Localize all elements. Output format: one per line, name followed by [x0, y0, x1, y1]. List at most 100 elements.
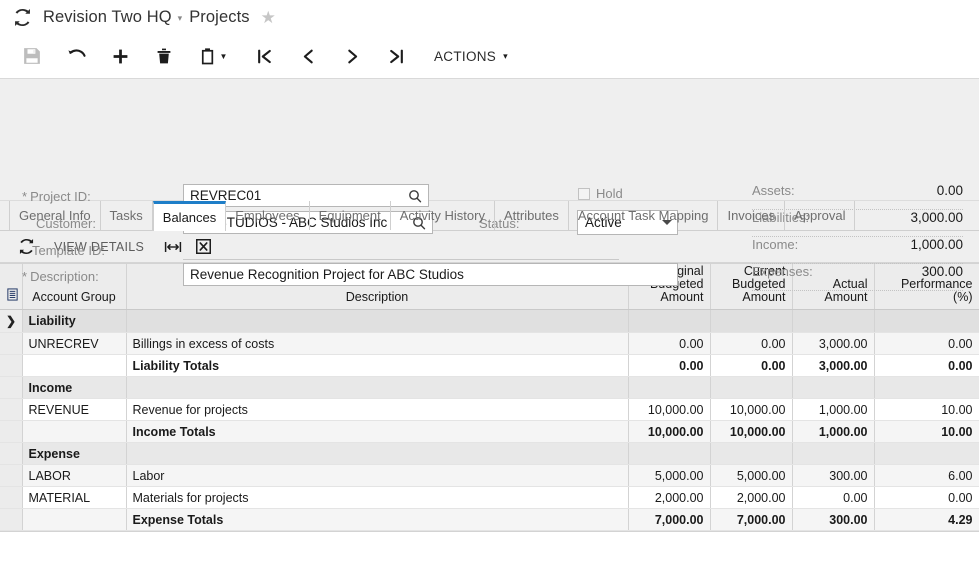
expenses-value: 300.00	[921, 264, 963, 279]
cell-current-budgeted-amount	[710, 376, 793, 399]
table-row[interactable]: MATERIAL Materials for projects 2,000.00 2,…	[0, 486, 979, 509]
row-selector-cell[interactable]: ❯	[0, 309, 23, 333]
cell-account-group: Income	[22, 376, 127, 399]
table-row[interactable]: Income	[0, 376, 979, 399]
cell-current-budgeted-amount: 0.00	[710, 354, 793, 377]
cell-original-budgeted-amount	[628, 442, 711, 465]
tab-label: Invoices	[727, 208, 776, 223]
delete-button[interactable]	[142, 37, 186, 75]
actions-label: ACTIONS	[434, 48, 497, 64]
cell-original-budgeted-amount: 0.00	[628, 332, 711, 355]
tab-label: Activity History	[399, 208, 485, 223]
row-selector-cell[interactable]	[0, 398, 23, 421]
projects-screen: Revision Two HQ ▾ Projects ★ ▼ ACTIONS ▾…	[0, 0, 979, 564]
fit-width-icon[interactable]	[157, 234, 189, 260]
balances-grid: Account Group Description OriginalBudget…	[0, 263, 979, 543]
tab-label: Account Task Mapping	[577, 208, 709, 223]
column-config-icon[interactable]	[0, 263, 23, 310]
cell-description	[126, 376, 629, 399]
cell-performance-pct	[874, 442, 979, 465]
row-selector-cell[interactable]	[0, 354, 23, 377]
table-row[interactable]: UNRECREV Billings in excess of costs 0.00 0…	[0, 332, 979, 355]
export-excel-icon[interactable]	[189, 234, 218, 260]
cell-original-budgeted-amount: 0.00	[628, 354, 711, 377]
save-button[interactable]	[10, 37, 54, 75]
row-selector-cell[interactable]	[0, 464, 23, 487]
tab-label: Equipment	[318, 208, 381, 223]
tab-account-task-mapping[interactable]: Account Task Mapping	[569, 201, 719, 230]
assets-label: Assets:	[752, 183, 795, 198]
row-selector-cell[interactable]	[0, 332, 23, 355]
cell-description	[126, 442, 629, 465]
chevron-right-icon: ❯	[6, 314, 17, 328]
tab-invoices[interactable]: Invoices	[718, 201, 786, 230]
cell-original-budgeted-amount: 10,000.00	[628, 398, 711, 421]
expenses-label: Expenses:	[752, 264, 813, 279]
chevron-down-icon: ▾	[503, 50, 508, 61]
cell-performance-pct: 0.00	[874, 354, 979, 377]
row-selector-cell[interactable]	[0, 420, 23, 443]
tab-balances[interactable]: Balances	[152, 201, 227, 231]
table-row[interactable]: ❯ Liability	[0, 309, 979, 333]
summary-row-expenses: Expenses: 300.00	[752, 264, 963, 291]
last-record-button[interactable]	[374, 37, 418, 75]
table-row[interactable]: Income Totals 10,000.00 10,000.00 1,000.00 1…	[0, 420, 979, 443]
cell-actual-amount: 300.00	[792, 508, 875, 531]
cell-account-group	[22, 354, 127, 377]
row-selector-cell[interactable]	[0, 508, 23, 531]
cell-performance-pct	[874, 376, 979, 399]
tab-attributes[interactable]: Attributes	[495, 201, 569, 230]
cell-actual-amount: 1,000.00	[792, 398, 875, 421]
cell-account-group	[22, 420, 127, 443]
table-row[interactable]: Expense	[0, 442, 979, 465]
row-selector-cell[interactable]	[0, 442, 23, 465]
cell-original-budgeted-amount: 2,000.00	[628, 486, 711, 509]
undo-button[interactable]	[54, 37, 98, 75]
template-id-input[interactable]	[183, 259, 619, 260]
template-id-label: Template ID:	[32, 243, 105, 258]
breadcrumb-company[interactable]: Revision Two HQ	[43, 8, 172, 27]
first-record-button[interactable]	[242, 37, 286, 75]
table-row[interactable]: REVENUE Revenue for projects 10,000.00 10,0…	[0, 398, 979, 421]
chevron-down-icon[interactable]: ▼	[220, 52, 228, 61]
table-row[interactable]: Liability Totals 0.00 0.00 3,000.00 0.00	[0, 354, 979, 377]
title-bar: Revision Two HQ ▾ Projects ★	[0, 0, 979, 34]
tab-activity-history[interactable]: Activity History	[391, 201, 495, 230]
chevron-down-icon[interactable]: ▾	[178, 13, 183, 24]
refresh-icon[interactable]	[14, 8, 31, 26]
next-record-button[interactable]	[330, 37, 374, 75]
add-button[interactable]	[98, 37, 142, 75]
table-row[interactable]: Expense Totals 7,000.00 7,000.00 300.00 4.29	[0, 508, 979, 531]
project-summary-form: * Project ID: REVREC01 Customer: ABCSTUDI…	[0, 79, 979, 291]
clipboard-button[interactable]: ▼	[186, 37, 242, 75]
cell-actual-amount	[792, 376, 875, 399]
tab-general-info[interactable]: General Info	[9, 201, 101, 230]
tab-equipment[interactable]: Equipment	[310, 201, 391, 230]
description-input[interactable]: Revenue Recognition Project for ABC Stud…	[183, 263, 678, 286]
tab-label: Approval	[794, 208, 846, 223]
breadcrumb-page: Projects	[189, 7, 250, 26]
cell-account-group: Liability	[22, 309, 127, 333]
cell-original-budgeted-amount	[628, 309, 711, 333]
tab-label: Balances	[162, 210, 217, 225]
row-selector-cell[interactable]	[0, 376, 23, 399]
previous-record-button[interactable]	[286, 37, 330, 75]
cell-original-budgeted-amount	[628, 376, 711, 399]
row-selector-cell[interactable]	[0, 486, 23, 509]
cell-account-group: Expense	[22, 442, 127, 465]
summary-row-income: Income: 1,000.00	[752, 237, 963, 264]
actions-menu-button[interactable]: ACTIONS ▾	[418, 37, 518, 75]
tab-tasks[interactable]: Tasks	[101, 201, 153, 230]
tab-approval[interactable]: Approval	[785, 201, 856, 230]
cell-actual-amount: 3,000.00	[792, 332, 875, 355]
cell-description: Income Totals	[126, 420, 629, 443]
cell-account-group	[22, 508, 127, 531]
cell-description: Labor	[126, 464, 629, 487]
hold-checkbox[interactable]: Hold	[578, 186, 623, 201]
cell-current-budgeted-amount: 10,000.00	[710, 420, 793, 443]
favorite-star-icon[interactable]: ★	[261, 9, 276, 26]
tab-employees[interactable]: Employees	[226, 201, 310, 230]
table-row[interactable]: LABOR Labor 5,000.00 5,000.00 300.00 6.00	[0, 464, 979, 487]
cell-current-budgeted-amount: 7,000.00	[710, 508, 793, 531]
cell-current-budgeted-amount	[710, 442, 793, 465]
